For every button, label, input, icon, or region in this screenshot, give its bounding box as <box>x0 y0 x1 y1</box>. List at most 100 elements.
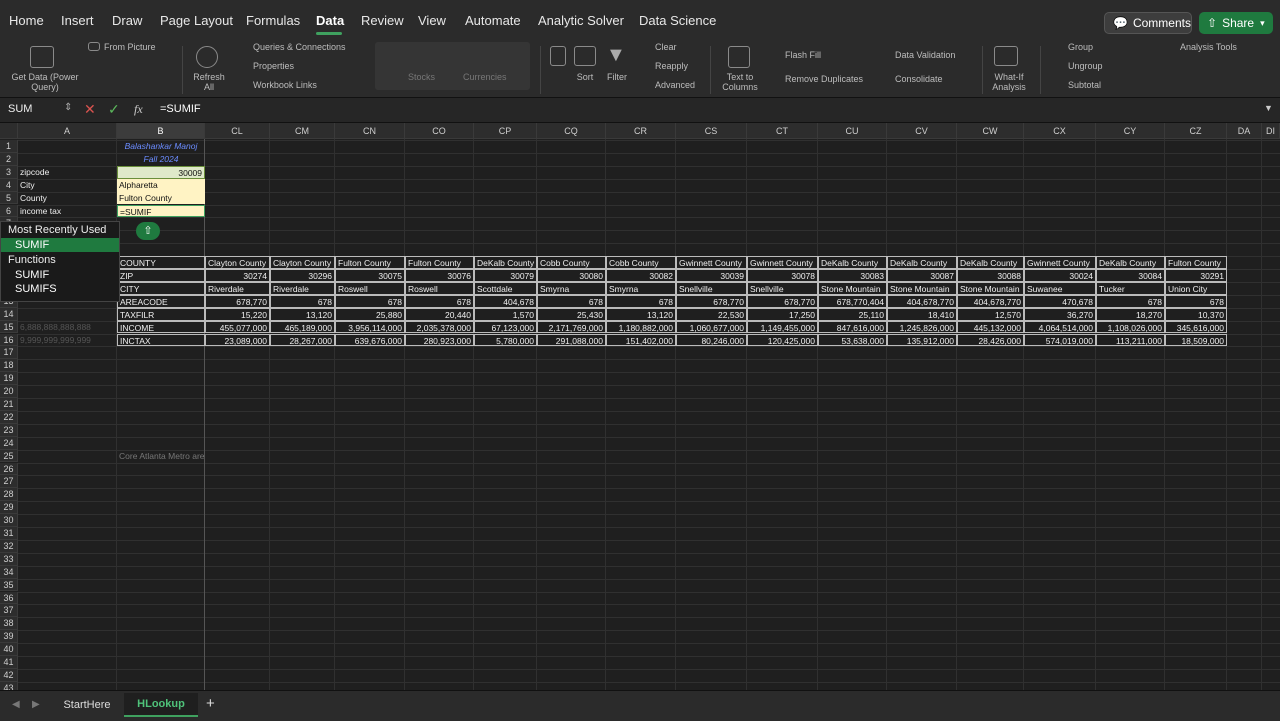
name-box[interactable]: SUM <box>8 103 32 115</box>
column-header-cr[interactable]: CR <box>606 123 676 139</box>
row-header-30[interactable]: 30 <box>0 514 18 527</box>
remove-duplicates-button[interactable]: Remove Duplicates <box>785 74 863 84</box>
row-header-34[interactable]: 34 <box>0 565 18 579</box>
row-header-42[interactable]: 42 <box>0 668 18 682</box>
column-header-cw[interactable]: CW <box>957 123 1024 139</box>
row-header-19[interactable]: 19 <box>0 372 18 386</box>
scroll-left-icon[interactable]: ◀ <box>12 699 20 710</box>
row-header-3[interactable]: 3 <box>0 165 18 179</box>
text-to-columns-button[interactable]: Text to Columns <box>716 72 764 92</box>
analysis-tools-button[interactable]: Analysis Tools <box>1180 42 1237 52</box>
stocks-button[interactable]: Stocks <box>408 72 435 82</box>
column-header-cm[interactable]: CM <box>270 123 335 139</box>
clear-button[interactable]: Clear <box>655 42 677 52</box>
cancel-icon[interactable]: ✕ <box>84 101 96 118</box>
scroll-right-icon[interactable]: ▶ <box>32 699 40 710</box>
queries-connections-button[interactable]: Queries & Connections <box>253 42 346 52</box>
fx-icon[interactable]: fx <box>134 102 143 117</box>
column-header-cp[interactable]: CP <box>474 123 537 139</box>
row-header-28[interactable]: 28 <box>0 488 18 502</box>
row-header-2[interactable]: 2 <box>0 152 18 166</box>
row-header-35[interactable]: 35 <box>0 578 18 592</box>
row-header-39[interactable]: 39 <box>0 630 18 644</box>
row-header-31[interactable]: 31 <box>0 527 18 540</box>
column-header-co[interactable]: CO <box>405 123 474 139</box>
column-header-ct[interactable]: CT <box>747 123 818 139</box>
column-header-cy[interactable]: CY <box>1096 123 1165 139</box>
column-header-di[interactable]: DI <box>1262 123 1280 139</box>
what-if-analysis-button[interactable]: What-If Analysis <box>986 72 1032 92</box>
enter-icon[interactable]: ✓ <box>108 101 120 118</box>
row-header-20[interactable]: 20 <box>0 385 18 398</box>
currencies-button[interactable]: Currencies <box>463 72 507 82</box>
column-header-cx[interactable]: CX <box>1024 123 1096 139</box>
tab-draw[interactable]: Draw <box>112 13 142 28</box>
formula-input[interactable]: =SUMIF <box>160 103 201 115</box>
row-header-24[interactable]: 24 <box>0 436 18 450</box>
row-header-32[interactable]: 32 <box>0 539 18 553</box>
row-header-33[interactable]: 33 <box>0 552 18 566</box>
data-validation-button[interactable]: Data Validation <box>895 50 955 60</box>
function-autocomplete[interactable]: Most Recently Used SUMIF Functions SUMIF… <box>0 221 120 302</box>
name-box-dropdown-icon[interactable]: ⇕ <box>64 102 72 113</box>
expand-formula-icon[interactable]: ▼ <box>1264 103 1273 113</box>
advanced-button[interactable]: Advanced <box>655 80 695 90</box>
refresh-all-button[interactable]: Refresh All <box>190 72 228 92</box>
tab-automate[interactable]: Automate <box>465 13 521 28</box>
row-header-22[interactable]: 22 <box>0 410 18 424</box>
row-header-27[interactable]: 27 <box>0 475 18 489</box>
row-header-38[interactable]: 38 <box>0 617 18 631</box>
row-header-15[interactable]: 15 <box>0 320 18 334</box>
properties-button[interactable]: Properties <box>253 61 294 71</box>
function-hint-icon[interactable]: ⇧ <box>136 222 160 240</box>
tab-review[interactable]: Review <box>361 13 404 28</box>
get-data-button[interactable]: Get Data (Power Query) <box>4 72 86 92</box>
workbook-links-button[interactable]: Workbook Links <box>253 80 317 90</box>
column-header-da[interactable]: DA <box>1227 123 1262 139</box>
sheet-tab-hlookup[interactable]: HLookup <box>124 693 198 717</box>
column-header-cn[interactable]: CN <box>335 123 405 139</box>
autocomplete-item[interactable]: SUMIF <box>1 268 119 282</box>
row-header-18[interactable]: 18 <box>0 359 18 373</box>
row-header-36[interactable]: 36 <box>0 591 18 605</box>
select-all-corner[interactable] <box>0 123 18 139</box>
autocomplete-item[interactable]: SUMIFS <box>1 282 119 296</box>
row-header-4[interactable]: 4 <box>0 178 18 192</box>
row-header-29[interactable]: 29 <box>0 501 18 515</box>
row-header-6[interactable]: 6 <box>0 204 18 218</box>
row-header-43[interactable]: 43 <box>0 681 18 690</box>
column-header-cs[interactable]: CS <box>676 123 747 139</box>
tab-data-science[interactable]: Data Science <box>639 13 716 28</box>
row-header-37[interactable]: 37 <box>0 604 18 618</box>
row-header-23[interactable]: 23 <box>0 423 18 437</box>
data-types-gallery[interactable] <box>375 42 530 90</box>
column-header-cv[interactable]: CV <box>887 123 957 139</box>
spreadsheet-grid[interactable]: A B CL CM CN CO CP CQ CR CS CT CU CV CW CX CY CZ DA DI 123… <box>0 123 1280 690</box>
column-header-cq[interactable]: CQ <box>537 123 606 139</box>
row-header-25[interactable]: 25 <box>0 449 18 463</box>
row-header-1[interactable]: 1 <box>0 140 18 153</box>
filter-button[interactable]: Filter <box>600 72 634 82</box>
tab-analytic-solver[interactable]: Analytic Solver <box>538 13 624 28</box>
row-header-41[interactable]: 41 <box>0 656 18 669</box>
column-header-a[interactable]: A <box>18 123 117 139</box>
comments-button[interactable]: 💬 Comments <box>1104 12 1192 34</box>
tab-view[interactable]: View <box>418 13 446 28</box>
from-picture-button[interactable]: From Picture <box>104 42 156 52</box>
sort-button[interactable]: Sort <box>570 72 600 82</box>
tab-formulas[interactable]: Formulas <box>246 13 300 28</box>
tab-home[interactable]: Home <box>9 13 44 28</box>
subtotal-button[interactable]: Subtotal <box>1068 80 1101 90</box>
row-header-40[interactable]: 40 <box>0 643 18 656</box>
sheet-tab-starthere[interactable]: StartHere <box>54 695 120 715</box>
group-button[interactable]: Group <box>1068 42 1093 52</box>
tab-data[interactable]: Data <box>316 13 344 28</box>
share-button[interactable]: ⇧ Share ▾ <box>1199 12 1273 34</box>
flash-fill-button[interactable]: Flash Fill <box>785 50 821 60</box>
row-header-16[interactable]: 16 <box>0 333 18 347</box>
row-header-14[interactable]: 14 <box>0 307 18 321</box>
column-header-cl[interactable]: CL <box>205 123 270 139</box>
add-sheet-button[interactable]: + <box>206 695 215 712</box>
row-header-26[interactable]: 26 <box>0 462 18 476</box>
consolidate-button[interactable]: Consolidate <box>895 74 943 84</box>
